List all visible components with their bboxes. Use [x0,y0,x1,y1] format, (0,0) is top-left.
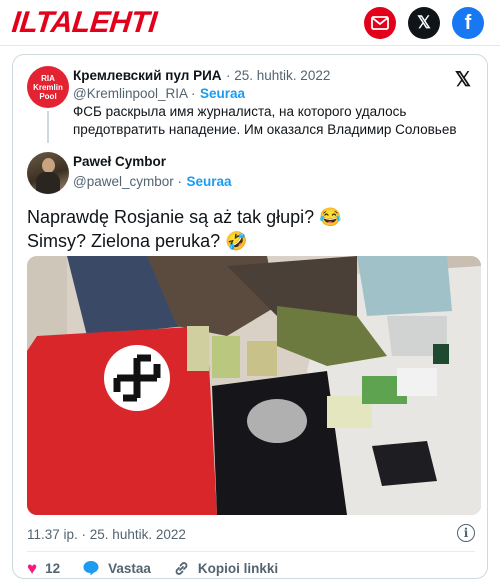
copy-link-label: Kopioi linkki [197,560,279,576]
reply-button[interactable]: Vastaa [82,560,151,576]
embedded-tweet: RIA Kremlin Pool Кремлевский пул РИА · 2… [12,54,488,579]
reply-author-name[interactable]: Paweł Cymbor [73,154,166,169]
reply-header: Paweł Cymbor [73,153,166,171]
reply-handle-row: @pawel_cymbor · Seuraa [73,173,231,191]
site-header: ILTALEHTI 𝕏 f [0,0,500,46]
thread-line [47,111,49,143]
x-icon: 𝕏 [417,13,431,32]
mail-icon [371,16,389,30]
quoted-header: Кремлевский пул РИА · 25. huhtik. 2022 [73,67,330,85]
quoted-author-name[interactable]: Кремлевский пул РИА [73,68,222,83]
reply-icon [82,560,100,576]
tweet-photo[interactable] [27,256,481,515]
info-icon[interactable]: i [457,524,475,542]
reply-avatar[interactable] [27,152,69,194]
reply-handle[interactable]: @pawel_cymbor · [73,174,182,189]
quoted-avatar[interactable]: RIA Kremlin Pool [27,66,69,108]
heart-icon: ♥ [27,558,38,578]
tweet-text: Naprawdę Rosjanie są aż tak głupi? 😂 Sim… [27,207,342,251]
quoted-follow-button[interactable]: Seuraa [200,86,245,101]
quoted-handle[interactable]: @Kremlinpool_RIA · [73,86,196,101]
reply-follow-button[interactable]: Seuraa [186,174,231,189]
copy-link-button[interactable]: Kopioi linkki [173,560,278,577]
tweet-actions: ♥ 12 Vastaa Kopioi linkki [27,558,300,578]
share-mail-button[interactable] [364,7,396,39]
divider [27,551,475,552]
photo-illustration [27,256,481,515]
share-x-button[interactable]: 𝕏 [408,7,440,39]
like-count: 12 [45,560,61,576]
like-button[interactable]: ♥ 12 [27,560,60,577]
x-logo-icon[interactable]: 𝕏 [455,67,471,92]
tweet-timestamp[interactable]: 11.37 ip. · 25. huhtik. 2022 [27,527,186,542]
site-logo[interactable]: ILTALEHTI [10,6,158,40]
quoted-handle-row: @Kremlinpool_RIA · Seuraa [73,85,245,103]
quoted-date[interactable]: · 25. huhtik. 2022 [226,68,330,83]
link-icon [173,560,190,577]
facebook-icon: f [464,11,472,34]
share-facebook-button[interactable]: f [452,7,484,39]
quoted-text: ФСБ раскрыла имя журналиста, на которого… [73,104,457,137]
reply-label: Vastaa [108,560,151,576]
